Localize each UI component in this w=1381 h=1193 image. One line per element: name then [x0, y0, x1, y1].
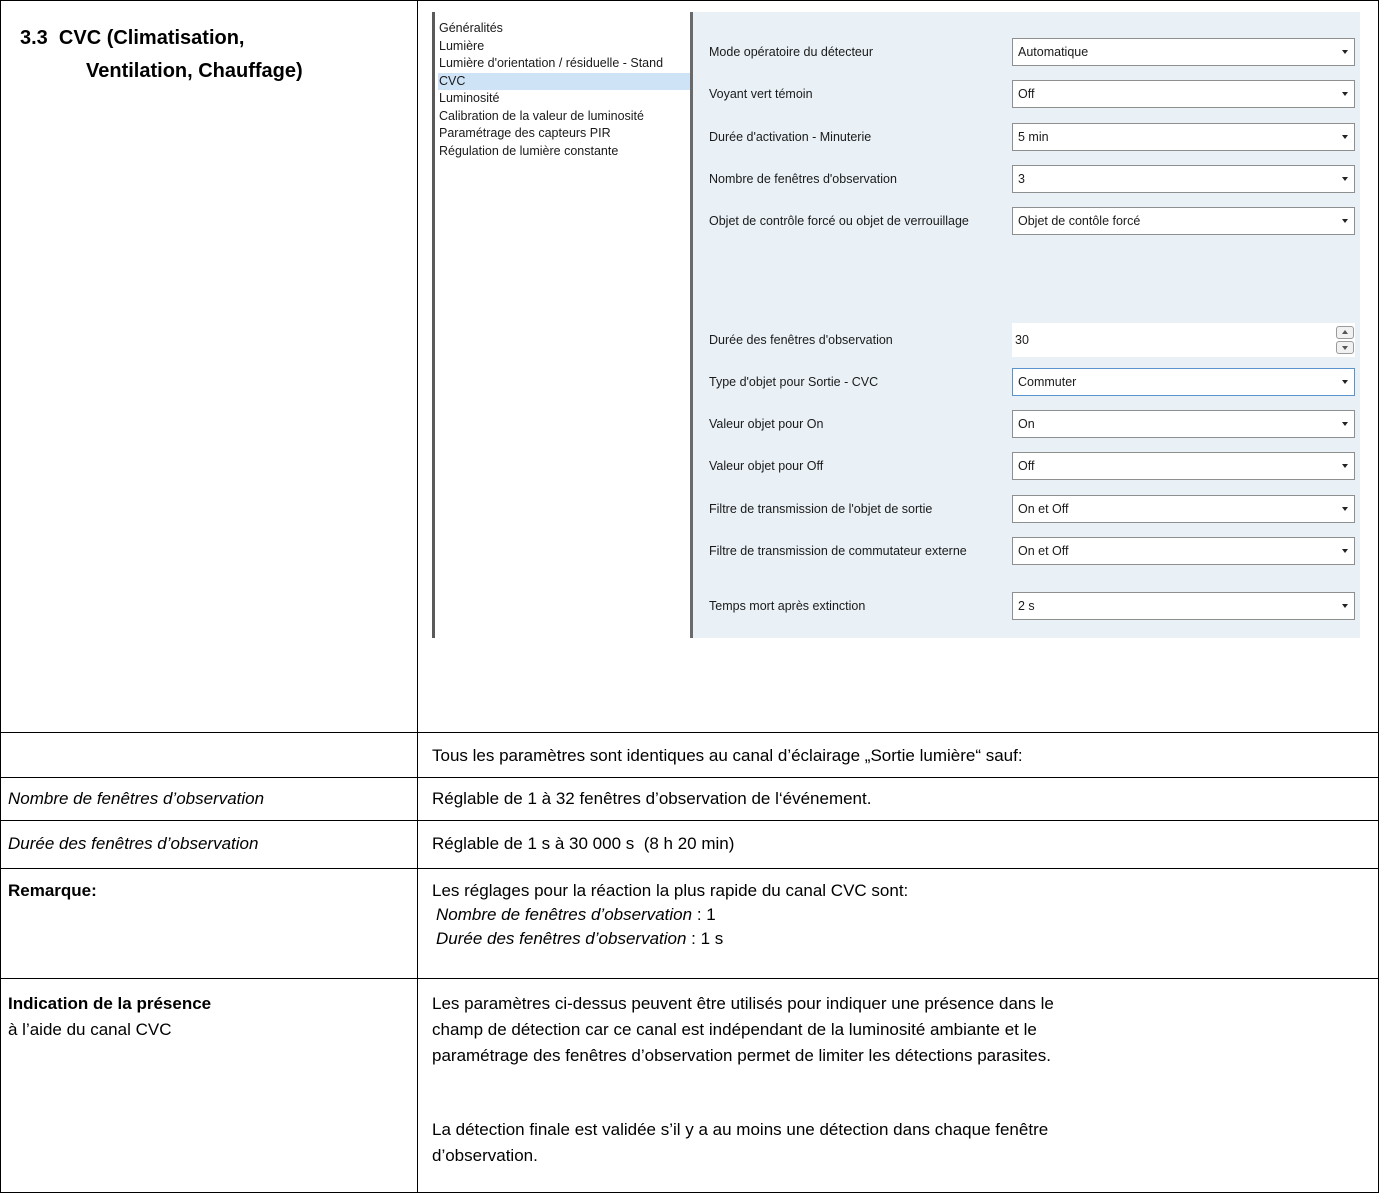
table-border-right: [1378, 0, 1379, 1193]
chevron-down-icon: [1342, 604, 1348, 608]
parameter-form: Mode opératoire du détecteur Automatique V…: [693, 12, 1360, 638]
parameter-label: Filtre de transmission de commutateur ex…: [709, 544, 967, 558]
duree-label: Durée des fenêtres d’observation: [8, 834, 259, 853]
remarque-line2-value: : 1: [692, 905, 716, 924]
chevron-down-icon: [1342, 507, 1348, 511]
duree-description: Réglable de 1 s à 30 000 s (8 h 20 min): [432, 834, 735, 853]
section-title: 3.3 CVC (Climatisation, Ventilation, Cha…: [20, 22, 303, 88]
parameter-dropdown[interactable]: Objet de contôle forcé: [1012, 207, 1355, 235]
presence-paragraph1-line3: paramétrage des fenêtres d’observation p…: [432, 1046, 1051, 1065]
remarque-line3: Durée des fenêtres d’observation : 1 s: [436, 928, 723, 950]
parameter-label: Filtre de transmission de l'objet de sor…: [709, 502, 933, 516]
remarque-label: Remarque:: [8, 881, 97, 900]
table-border-left: [0, 0, 1, 1193]
nav-item[interactable]: Luminosité: [438, 90, 693, 108]
section-title-line1: 3.3 CVC (Climatisation,: [20, 27, 245, 49]
parameter-label: Nombre de fenêtres d'observation: [709, 172, 897, 186]
nombre-label: Nombre de fenêtres d’observation: [8, 789, 265, 808]
chevron-down-icon: [1342, 219, 1348, 223]
dropdown-value: 3: [1018, 172, 1025, 186]
parameter-label: Durée d'activation - Minuterie: [709, 130, 872, 144]
document-table: 3.3 CVC (Climatisation, Ventilation, Cha…: [0, 0, 1381, 1193]
presence-paragraph1-line2: champ de détection car ce canal est indé…: [432, 1020, 1037, 1039]
arrow-up-icon: [1342, 330, 1348, 334]
table-border-top: [0, 0, 1379, 1]
section-title-line2: Ventilation, Chauffage): [86, 60, 303, 82]
table-row-divider: [0, 820, 1379, 821]
presence-paragraph2-line2: d’observation.: [432, 1146, 538, 1165]
chevron-down-icon: [1342, 135, 1348, 139]
parameter-dropdown[interactable]: On et Off: [1012, 537, 1355, 565]
dropdown-value: On: [1018, 417, 1035, 431]
parameter-dropdown[interactable]: Automatique: [1012, 38, 1355, 66]
chevron-down-icon: [1342, 50, 1348, 54]
parameter-label: Durée des fenêtres d'observation: [709, 333, 893, 347]
dropdown-value: Automatique: [1018, 45, 1089, 59]
increment-button[interactable]: [1336, 326, 1354, 339]
parameter-label: Valeur objet pour On: [709, 417, 824, 431]
dropdown-value: On et Off: [1018, 502, 1069, 516]
dropdown-value: Commuter: [1018, 375, 1077, 389]
parameter-dropdown[interactable]: On: [1012, 410, 1355, 438]
nav-item[interactable]: Généralités: [438, 20, 693, 38]
parameter-label: Valeur objet pour Off: [709, 459, 824, 473]
observation-duration-spinbox[interactable]: 30: [1012, 323, 1355, 357]
table-column-divider: [417, 0, 418, 1193]
chevron-down-icon: [1342, 92, 1348, 96]
parameter-dropdown[interactable]: 5 min: [1012, 123, 1355, 151]
dropdown-value: Objet de contôle forcé: [1018, 214, 1141, 228]
remarque-line2-param: Nombre de fenêtres d’observation: [436, 905, 693, 924]
table-row-divider: [0, 732, 1379, 733]
intro-text: Tous les paramètres sont identiques au c…: [432, 746, 1023, 765]
dropdown-value: 2 s: [1018, 599, 1035, 613]
chevron-down-icon: [1342, 549, 1348, 553]
nav-item[interactable]: Paramétrage des capteurs PIR: [438, 125, 693, 143]
presence-sublabel: à l’aide du canal CVC: [8, 1020, 172, 1039]
arrow-down-icon: [1342, 346, 1348, 350]
parameter-label: Voyant vert témoin: [709, 87, 813, 101]
parameter-dropdown[interactable]: Off: [1012, 80, 1355, 108]
spin-buttons: [1336, 326, 1354, 354]
table-row-divider: [0, 978, 1379, 979]
remarque-line3-param: Durée des fenêtres d’observation: [436, 929, 687, 948]
nombre-description: Réglable de 1 à 32 fenêtres d’observatio…: [432, 789, 872, 808]
parameter-screenshot: Généralités Lumière Lumière d'orientation …: [432, 12, 1360, 638]
parameter-label: Type d'objet pour Sortie - CVC: [709, 375, 879, 389]
table-row-divider: [0, 868, 1379, 869]
parameter-dropdown[interactable]: On et Off: [1012, 495, 1355, 523]
parameter-label: Temps mort après extinction: [709, 599, 866, 613]
remarque-line1: Les réglages pour la réaction la plus ra…: [432, 881, 909, 900]
parameter-label: Objet de contrôle forcé ou objet de verr…: [709, 214, 969, 228]
dropdown-value: Off: [1018, 87, 1035, 101]
nav-item[interactable]: Régulation de lumière constante: [438, 143, 693, 161]
chevron-down-icon: [1342, 177, 1348, 181]
parameter-dropdown[interactable]: Off: [1012, 452, 1355, 480]
presence-paragraph2-line1: La détection finale est validée s’il y a…: [432, 1120, 1049, 1139]
chevron-down-icon: [1342, 464, 1348, 468]
table-row-divider: [0, 777, 1379, 778]
nav-item[interactable]: Lumière d'orientation / résiduelle - Sta…: [438, 55, 693, 73]
parameter-nav-pane: Généralités Lumière Lumière d'orientation …: [432, 12, 693, 638]
parameter-dropdown[interactable]: Commuter: [1012, 368, 1355, 396]
parameter-label: Mode opératoire du détecteur: [709, 45, 873, 59]
remarque-line3-value: : 1 s: [686, 929, 724, 948]
presence-label: Indication de la présence: [8, 994, 212, 1013]
dropdown-value: On et Off: [1018, 544, 1069, 558]
spinbox-value: 30: [1015, 333, 1029, 347]
decrement-button[interactable]: [1336, 341, 1354, 354]
dropdown-value: Off: [1018, 459, 1035, 473]
chevron-down-icon: [1342, 422, 1348, 426]
parameter-dropdown[interactable]: 3: [1012, 165, 1355, 193]
nav-item[interactable]: Lumière: [438, 38, 693, 56]
nav-item[interactable]: CVC: [438, 72, 693, 90]
dropdown-value: 5 min: [1018, 130, 1049, 144]
chevron-down-icon: [1342, 380, 1348, 384]
remarque-line2: Nombre de fenêtres d’observation : 1: [436, 904, 716, 926]
nav-item[interactable]: Calibration de la valeur de luminosité: [438, 108, 693, 126]
parameter-nav-list: Généralités Lumière Lumière d'orientation …: [438, 20, 693, 160]
presence-paragraph1-line1: Les paramètres ci-dessus peuvent être ut…: [432, 994, 1054, 1013]
parameter-dropdown[interactable]: 2 s: [1012, 592, 1355, 620]
